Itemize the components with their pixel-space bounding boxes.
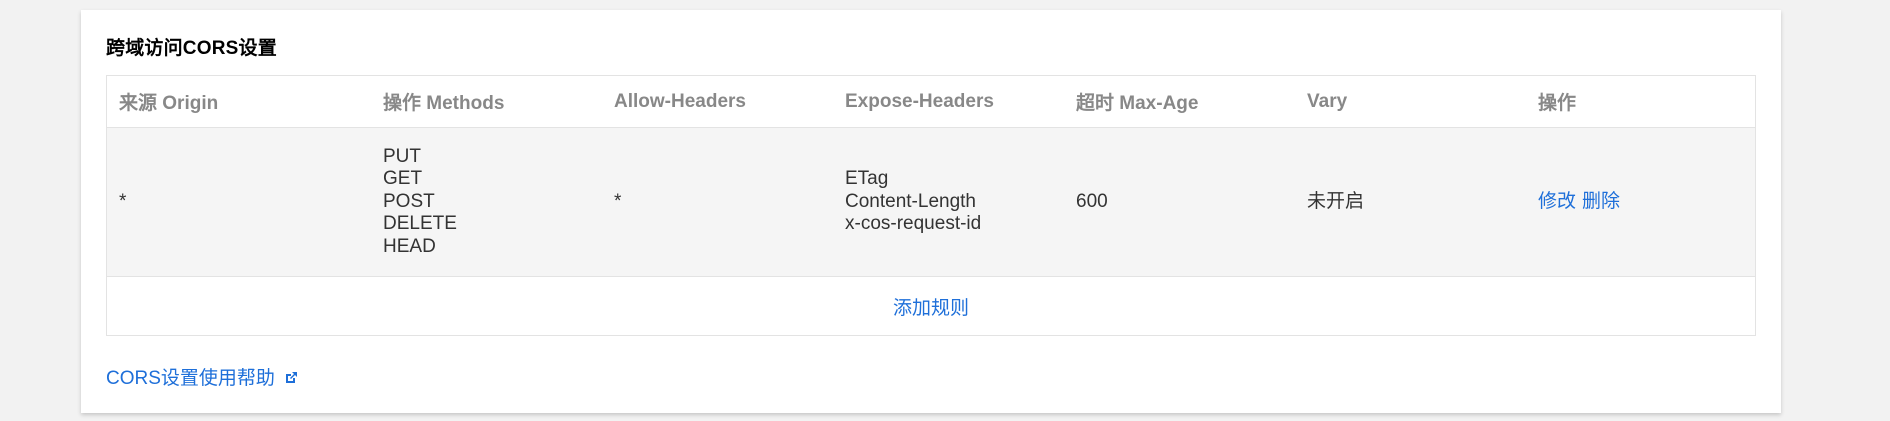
expose-header-item: ETag	[845, 168, 889, 190]
cors-rules-table: 来源 Origin 操作 Methods Allow-Headers Expos…	[106, 75, 1756, 336]
method-item: GET	[383, 168, 423, 190]
header-expose-headers: Expose-Headers	[845, 90, 994, 112]
header-allow-headers: Allow-Headers	[614, 90, 746, 112]
method-item: DELETE	[383, 213, 457, 235]
help-link-label: CORS设置使用帮助	[106, 368, 275, 389]
table-row: * PUT GET POST DELETE HEAD * ETag Conten…	[107, 128, 1755, 277]
method-item: PUT	[383, 145, 421, 167]
cell-expose-headers: ETag Content-Length x-cos-request-id	[833, 168, 1064, 236]
cell-operations: 修改 删除	[1526, 191, 1755, 214]
expose-header-item: Content-Length	[845, 190, 976, 212]
method-item: HEAD	[383, 235, 436, 257]
add-rule-link[interactable]: 添加规则	[893, 293, 969, 320]
external-link-icon	[283, 370, 299, 386]
table-header-row: 来源 Origin 操作 Methods Allow-Headers Expos…	[107, 76, 1755, 128]
cell-methods: PUT GET POST DELETE HEAD	[371, 146, 602, 259]
cell-max-age: 600	[1076, 190, 1108, 212]
cell-origin: *	[119, 190, 127, 212]
cell-allow-headers: *	[614, 190, 622, 212]
method-item: POST	[383, 190, 435, 212]
table-footer: 添加规则	[107, 277, 1755, 335]
header-max-age: 超时 Max-Age	[1076, 93, 1199, 114]
header-operations: 操作	[1538, 93, 1577, 114]
panel-title: 跨域访问CORS设置	[106, 38, 277, 59]
header-vary: Vary	[1307, 90, 1348, 112]
expose-header-item: x-cos-request-id	[845, 213, 982, 235]
delete-rule-link[interactable]: 删除	[1582, 191, 1620, 212]
cors-settings-panel: 跨域访问CORS设置 来源 Origin 操作 Methods Allow-He…	[81, 10, 1781, 413]
cell-vary: 未开启	[1307, 190, 1365, 212]
header-origin: 来源 Origin	[119, 93, 219, 114]
cors-help-link[interactable]: CORS设置使用帮助	[106, 363, 299, 390]
edit-rule-link[interactable]: 修改	[1538, 191, 1576, 212]
header-methods: 操作 Methods	[383, 93, 505, 114]
